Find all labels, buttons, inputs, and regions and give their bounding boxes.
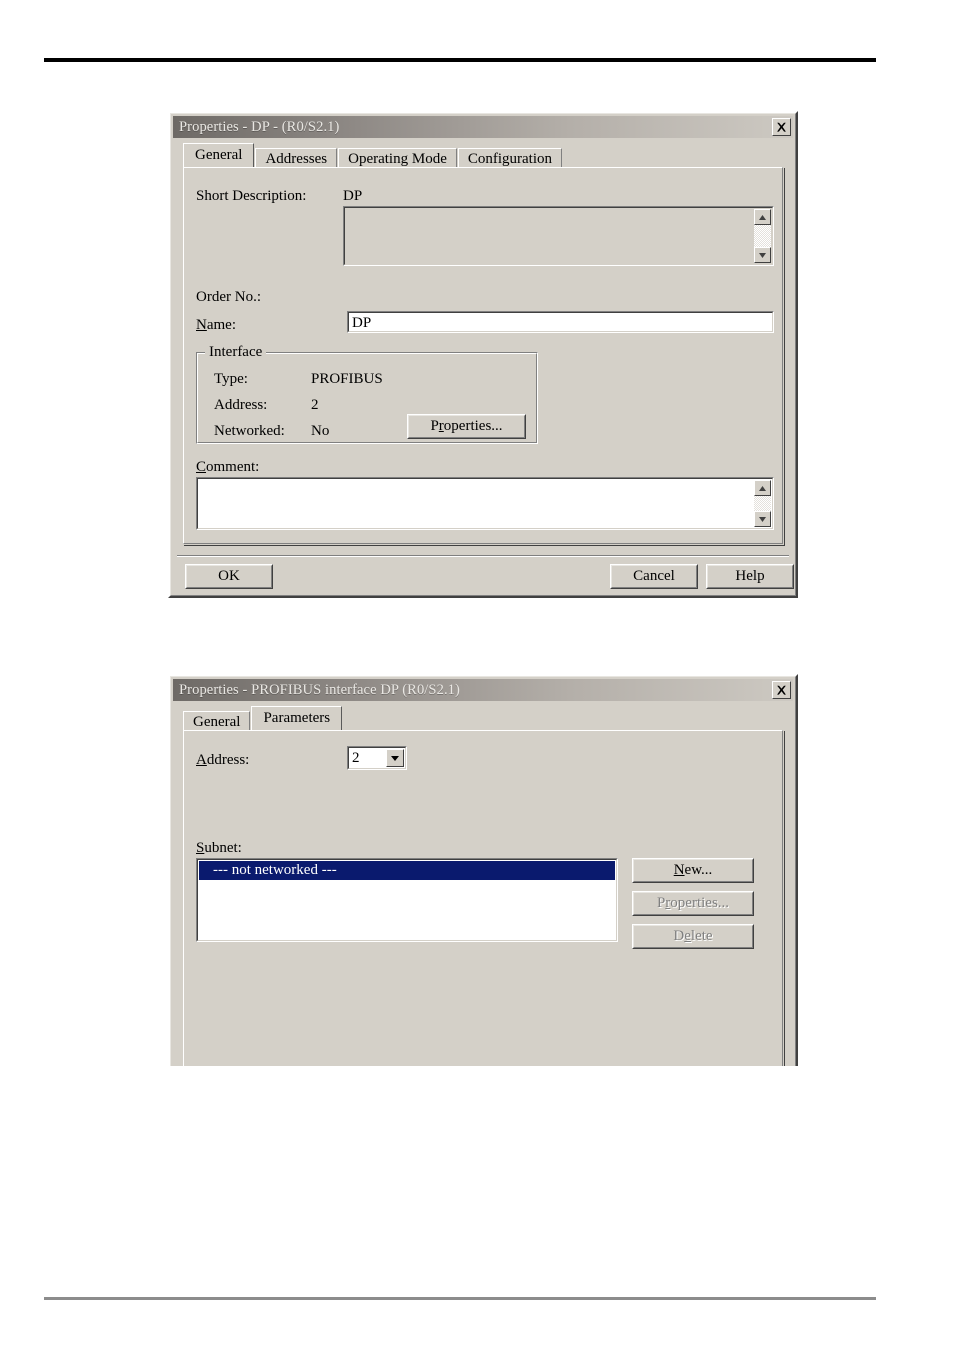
close-icon[interactable] bbox=[772, 681, 791, 699]
cancel-button-label: Cancel bbox=[633, 568, 675, 584]
comment-textarea[interactable] bbox=[196, 477, 774, 530]
new-subnet-button-label: New... bbox=[673, 862, 713, 878]
comment-label-rest: omment: bbox=[206, 459, 260, 475]
help-button[interactable]: Help bbox=[706, 564, 794, 589]
interface-properties-button-label: Properties... bbox=[430, 418, 503, 434]
subnet-label-rest: ubnet: bbox=[204, 840, 242, 856]
help-button-label: Help bbox=[735, 568, 765, 584]
name-input[interactable]: DP bbox=[347, 311, 774, 333]
scroll-down-icon[interactable] bbox=[754, 511, 771, 527]
scroll-up-icon[interactable] bbox=[754, 480, 771, 496]
scroll-up-icon[interactable] bbox=[754, 209, 771, 225]
interface-type-label: Type: bbox=[214, 371, 248, 387]
order-no-label: Order No.: bbox=[196, 289, 261, 305]
comment-label: Comment: bbox=[196, 459, 259, 475]
delete-subnet-button: Delete bbox=[632, 924, 754, 949]
dialog1-separator bbox=[177, 555, 789, 557]
address-label-rest: ddress: bbox=[206, 752, 250, 768]
properties-dp-dialog: Properties - DP - (R0/S2.1) General Addr… bbox=[168, 111, 798, 598]
tab-addresses[interactable]: Addresses bbox=[255, 148, 338, 169]
tab-configuration[interactable]: Configuration bbox=[457, 148, 563, 169]
address-label: Address: bbox=[196, 752, 249, 768]
scroll-down-icon[interactable] bbox=[754, 247, 771, 263]
delete-subnet-button-label: Delete bbox=[673, 928, 713, 944]
interface-type-value: PROFIBUS bbox=[311, 371, 383, 387]
interface-groupbox-legend: Interface bbox=[205, 344, 267, 360]
dialog2-tabstrip: General Parameters bbox=[183, 706, 343, 732]
comment-textarea-bevel bbox=[197, 478, 773, 529]
new-subnet-button[interactable]: New... bbox=[632, 858, 754, 883]
interface-networked-value: No bbox=[311, 423, 330, 439]
address-combobox[interactable]: 2 bbox=[347, 746, 407, 770]
page-footer-rule bbox=[44, 1297, 876, 1300]
short-description-label: Short Description: bbox=[196, 188, 307, 204]
cancel-button[interactable]: Cancel bbox=[610, 564, 698, 589]
tab-operating-mode[interactable]: Operating Mode bbox=[338, 148, 457, 169]
name-input-bevel bbox=[348, 312, 773, 332]
short-description-box-bevel bbox=[344, 207, 773, 265]
subnet-label: Subnet: bbox=[196, 840, 242, 856]
list-item[interactable]: --- not networked --- bbox=[199, 861, 615, 880]
name-label-rest: ame: bbox=[206, 317, 236, 333]
dialog1-title: Properties - DP - (R0/S2.1) bbox=[179, 118, 340, 135]
close-icon[interactable] bbox=[772, 118, 791, 136]
tab-general[interactable]: General bbox=[183, 711, 251, 732]
subnet-properties-button-label: Properties... bbox=[656, 895, 730, 911]
name-label: Name: bbox=[196, 317, 236, 333]
profibus-interface-properties-dialog: Properties - PROFIBUS interface DP (R0/S… bbox=[168, 674, 798, 1066]
subnet-properties-button: Properties... bbox=[632, 891, 754, 916]
address-label-accel: A bbox=[196, 752, 207, 768]
interface-address-value: 2 bbox=[311, 397, 319, 413]
comment-scrollbar[interactable] bbox=[754, 480, 771, 527]
dialog2-titlebar[interactable]: Properties - PROFIBUS interface DP (R0/S… bbox=[173, 679, 793, 701]
interface-networked-label: Networked: bbox=[214, 423, 285, 439]
dialog2-title: Properties - PROFIBUS interface DP (R0/S… bbox=[179, 681, 460, 698]
comment-label-accel: C bbox=[196, 459, 207, 475]
short-description-box[interactable] bbox=[343, 206, 774, 266]
name-label-accel: N bbox=[196, 317, 207, 333]
dialog1-tabstrip: General Addresses Operating Mode Configu… bbox=[183, 143, 563, 169]
ok-button[interactable]: OK bbox=[185, 564, 273, 589]
scrollbar-track[interactable] bbox=[754, 496, 771, 511]
interface-properties-button[interactable]: Properties... bbox=[407, 414, 526, 439]
ok-button-label: OK bbox=[218, 568, 240, 584]
subnet-listbox[interactable]: --- not networked --- bbox=[196, 858, 618, 942]
short-description-scrollbar[interactable] bbox=[754, 209, 771, 263]
short-description-value: DP bbox=[343, 188, 363, 204]
scrollbar-track[interactable] bbox=[754, 225, 771, 247]
dialog1-titlebar[interactable]: Properties - DP - (R0/S2.1) bbox=[173, 116, 793, 138]
tab-general[interactable]: General bbox=[183, 143, 255, 167]
subnet-list: --- not networked --- bbox=[199, 861, 615, 880]
address-combobox-value: 2 bbox=[352, 750, 360, 766]
chevron-down-icon[interactable] bbox=[386, 749, 404, 767]
tab-parameters[interactable]: Parameters bbox=[251, 706, 343, 730]
name-input-value: DP bbox=[352, 315, 372, 331]
interface-address-label: Address: bbox=[214, 397, 268, 413]
page-header-rule bbox=[44, 58, 876, 62]
